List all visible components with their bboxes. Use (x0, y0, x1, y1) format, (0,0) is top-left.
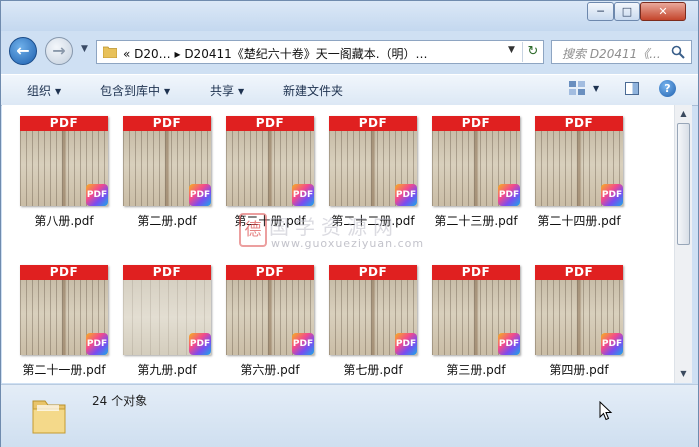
pdf-app-icon: PDF (498, 184, 520, 206)
scroll-up-icon[interactable]: ▲ (677, 107, 690, 121)
file-item[interactable]: PDF PDF 第六册.pdf (226, 265, 326, 383)
file-name[interactable]: 第三册.pdf (426, 361, 526, 378)
file-item[interactable]: PDF PDF 第二十三册.pdf (432, 116, 532, 246)
file-item[interactable]: PDF PDF 第二十四册.pdf (535, 116, 635, 246)
file-name[interactable]: 第二十三册.pdf (426, 212, 526, 229)
pdf-banner: PDF (123, 265, 211, 280)
file-name[interactable]: 第二册.pdf (117, 212, 217, 229)
pdf-app-icon: PDF (395, 184, 417, 206)
file-name[interactable]: 第二十一册.pdf (14, 361, 114, 378)
file-item[interactable]: PDF PDF 第九册.pdf (123, 265, 223, 383)
address-bar[interactable]: « D20… ▸ D20411《楚纪六十卷》天一阁藏本.（明）… ▼ ↻ (96, 40, 544, 64)
scrollbar-thumb[interactable] (677, 123, 690, 245)
file-name[interactable]: 第六册.pdf (220, 361, 320, 378)
pdf-app-icon: PDF (189, 184, 211, 206)
address-dropdown-icon[interactable]: ▼ (508, 45, 515, 55)
scroll-down-icon[interactable]: ▼ (677, 367, 690, 381)
maximize-button[interactable]: □ (614, 2, 640, 21)
mouse-cursor-icon (599, 401, 613, 421)
file-item[interactable]: PDF PDF 第二十册.pdf (226, 116, 326, 246)
address-path[interactable]: « D20… ▸ D20411《楚纪六十卷》天一阁藏本.（明）… (123, 45, 428, 62)
file-name[interactable]: 第九册.pdf (117, 361, 217, 378)
pdf-app-icon: PDF (601, 184, 623, 206)
file-name[interactable]: 第八册.pdf (14, 212, 114, 229)
file-name[interactable]: 第七册.pdf (323, 361, 423, 378)
pdf-app-icon: PDF (292, 333, 314, 355)
file-item[interactable]: PDF PDF 第二十一册.pdf (20, 265, 120, 383)
file-item[interactable]: PDF PDF 第三册.pdf (432, 265, 532, 383)
pdf-app-icon: PDF (189, 333, 211, 355)
pdf-banner: PDF (20, 116, 108, 131)
file-item[interactable]: PDF PDF 第四册.pdf (535, 265, 635, 383)
pdf-banner: PDF (226, 265, 314, 280)
view-dropdown-icon[interactable]: ▼ (593, 84, 599, 93)
refresh-icon[interactable]: ↻ (522, 42, 543, 62)
pdf-banner: PDF (535, 265, 623, 280)
new-folder-button[interactable]: 新建文件夹 (283, 82, 343, 99)
share-label: 共享 (210, 84, 235, 98)
back-button[interactable]: ← (9, 37, 37, 65)
pdf-app-icon: PDF (498, 333, 520, 355)
pdf-banner: PDF (329, 116, 417, 131)
chevron-down-icon: ▼ (164, 87, 171, 96)
include-in-library-menu[interactable]: 包含到库中 ▼ (100, 82, 170, 99)
pdf-banner: PDF (432, 116, 520, 131)
file-name[interactable]: 第二十二册.pdf (323, 212, 423, 229)
explorer-window: ─ □ ✕ ← → ▼ « D20… ▸ D20411《楚纪六十卷》天一阁藏本.… (0, 0, 699, 447)
chevron-down-icon: ▼ (55, 87, 62, 96)
help-icon[interactable]: ? (659, 80, 676, 97)
chevron-down-icon: ▼ (238, 87, 245, 96)
pdf-app-icon: PDF (395, 333, 417, 355)
close-button[interactable]: ✕ (640, 2, 686, 21)
file-item[interactable]: PDF PDF 第二十二册.pdf (329, 116, 429, 246)
file-item[interactable]: PDF PDF 第二册.pdf (123, 116, 223, 246)
pdf-banner: PDF (123, 116, 211, 131)
folder-icon (103, 46, 117, 58)
minimize-button[interactable]: ─ (587, 2, 614, 21)
forward-button[interactable]: → (45, 37, 73, 65)
pdf-banner: PDF (329, 265, 417, 280)
command-toolbar: 组织 ▼ 包含到库中 ▼ 共享 ▼ 新建文件夹 ▼ ? (1, 74, 698, 106)
file-name[interactable]: 第二十四册.pdf (529, 212, 629, 229)
search-icon[interactable] (671, 45, 685, 59)
organize-label: 组织 (27, 84, 52, 98)
pdf-app-icon: PDF (601, 333, 623, 355)
pdf-banner: PDF (432, 265, 520, 280)
file-name[interactable]: 第四册.pdf (529, 361, 629, 378)
share-menu[interactable]: 共享 ▼ (210, 82, 244, 99)
details-pane: 24 个对象 (1, 384, 698, 447)
file-item[interactable]: PDF PDF 第七册.pdf (329, 265, 429, 383)
preview-pane-icon[interactable] (625, 82, 639, 95)
search-input[interactable]: 搜索 D20411《... (562, 45, 670, 62)
folder-icon (32, 400, 66, 434)
file-item[interactable]: PDF PDF 第八册.pdf (20, 116, 120, 246)
file-list-area[interactable]: PDF PDF 第八册.pdf PDF PDF 第二册.pdf PDF PDF … (2, 105, 674, 383)
include-in-library-label: 包含到库中 (100, 84, 161, 98)
view-options-icon[interactable] (568, 80, 586, 96)
pdf-banner: PDF (20, 265, 108, 280)
pdf-app-icon: PDF (292, 184, 314, 206)
pdf-app-icon: PDF (86, 333, 108, 355)
item-count: 24 个对象 (92, 394, 148, 408)
file-name[interactable]: 第二十册.pdf (220, 212, 320, 229)
navigation-bar: ← → ▼ « D20… ▸ D20411《楚纪六十卷》天一阁藏本.（明）… ▼… (1, 31, 698, 69)
search-box[interactable]: 搜索 D20411《... (551, 40, 692, 64)
recent-pages-dropdown[interactable]: ▼ (81, 44, 88, 54)
title-bar: ─ □ ✕ (1, 1, 698, 31)
pdf-banner: PDF (226, 116, 314, 131)
pdf-banner: PDF (535, 116, 623, 131)
organize-menu[interactable]: 组织 ▼ (27, 82, 61, 99)
vertical-scrollbar[interactable]: ▲ ▼ (674, 105, 692, 383)
pdf-app-icon: PDF (86, 184, 108, 206)
